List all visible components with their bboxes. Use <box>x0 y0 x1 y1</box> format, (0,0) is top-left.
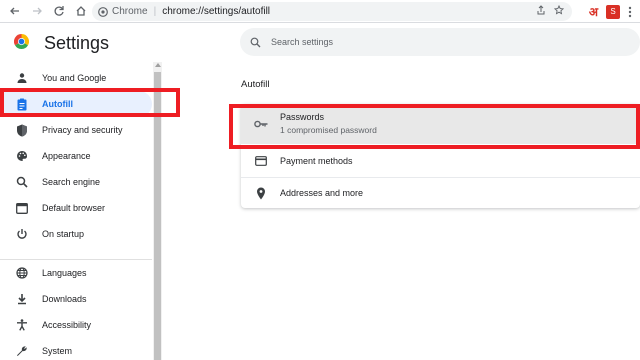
sidebar-item-label: Accessibility <box>42 320 92 330</box>
autofill-card: Passwords 1 compromised password Payment… <box>241 104 640 208</box>
toolbar-extensions: अ S <box>589 3 632 20</box>
sidebar-item-label: Autofill <box>42 99 73 109</box>
sidebar-item-label: Downloads <box>42 294 87 304</box>
sidebar-item-accessibility[interactable]: Accessibility <box>0 312 152 338</box>
person-icon <box>14 70 30 86</box>
power-icon <box>14 226 30 242</box>
sidebar-item-appearance[interactable]: Appearance <box>0 143 152 169</box>
sidebar-item-on-startup[interactable]: On startup <box>0 221 152 247</box>
settings-header: Settings <box>0 24 640 62</box>
passwords-subtitle: 1 compromised password <box>280 125 377 135</box>
shield-icon <box>14 122 30 138</box>
chrome-logo-icon <box>14 34 29 49</box>
forward-button[interactable] <box>26 0 48 22</box>
sidebar-item-privacy-and-security[interactable]: Privacy and security <box>0 117 152 143</box>
search-settings-input[interactable] <box>271 37 591 47</box>
sidebar-item-you-and-google[interactable]: You and Google <box>0 65 152 91</box>
sidebar-item-label: Appearance <box>42 151 91 161</box>
scrollbar-thumb[interactable] <box>154 72 161 360</box>
accessibility-icon <box>14 317 30 333</box>
search-icon <box>14 174 30 190</box>
addresses-row[interactable]: Addresses and more <box>241 177 640 208</box>
url-text[interactable]: chrome://settings/autofill <box>162 6 270 17</box>
passwords-title: Passwords <box>280 112 325 122</box>
search-settings-box[interactable] <box>240 28 640 56</box>
location-pin-icon <box>253 185 269 201</box>
wrench-icon <box>14 343 30 359</box>
sidebar-item-label: Languages <box>42 268 87 278</box>
forward-arrow-icon <box>33 7 42 15</box>
share-icon[interactable] <box>536 5 546 15</box>
sidebar-item-system[interactable]: System <box>0 338 152 360</box>
credit-card-icon <box>253 153 269 169</box>
sidebar-item-label: On startup <box>42 229 85 239</box>
reload-button[interactable] <box>48 0 70 22</box>
sidebar-item-label: You and Google <box>42 73 107 83</box>
key-icon <box>253 116 269 132</box>
sidebar-item-default-browser[interactable]: Default browser <box>0 195 152 221</box>
sidebar-item-search-engine[interactable]: Search engine <box>0 169 152 195</box>
browser-toolbar: Chrome | chrome://settings/autofill अ S <box>0 0 640 23</box>
back-arrow-icon <box>10 7 19 15</box>
section-title: Autofill <box>241 79 270 90</box>
page-title: Settings <box>44 33 110 53</box>
payment-methods-row[interactable]: Payment methods <box>241 145 640 176</box>
back-button[interactable] <box>4 0 26 22</box>
settings-sidebar: You and Google Autofill Privacy and secu… <box>0 64 162 360</box>
sidebar-item-label: Default browser <box>42 203 106 213</box>
globe-icon <box>14 265 30 281</box>
search-icon <box>250 37 261 47</box>
site-info[interactable]: Chrome <box>98 6 148 17</box>
download-icon <box>14 291 30 307</box>
sidebar-item-label: System <box>42 346 73 356</box>
bookmark-star-icon[interactable] <box>554 5 564 15</box>
url-separator: | <box>153 6 157 17</box>
chrome-site-icon <box>98 6 108 17</box>
sidebar-scrollbar[interactable] <box>153 62 162 360</box>
sidebar-item-label: Privacy and security <box>42 125 123 135</box>
sidebar-item-autofill[interactable]: Autofill <box>0 91 152 117</box>
sidebar-item-label: Search engine <box>42 177 101 187</box>
passwords-row[interactable]: Passwords 1 compromised password <box>241 104 640 144</box>
sidebar-item-languages[interactable]: Languages <box>0 260 152 286</box>
sidebar-item-downloads[interactable]: Downloads <box>0 286 152 312</box>
extension-badge-button[interactable]: S <box>606 4 620 19</box>
home-button[interactable] <box>70 0 92 22</box>
palette-icon <box>14 148 30 164</box>
more-menu-icon[interactable] <box>628 6 632 18</box>
payment-methods-title: Payment methods <box>280 156 353 166</box>
site-name: Chrome <box>112 6 148 17</box>
home-icon <box>76 6 86 16</box>
address-bar[interactable]: Chrome | chrome://settings/autofill <box>92 2 572 21</box>
browser-icon <box>14 200 30 216</box>
scroll-up-arrow-icon[interactable] <box>155 63 161 67</box>
addresses-title: Addresses and more <box>280 188 364 198</box>
reload-icon <box>54 6 64 16</box>
language-extension-button[interactable]: अ <box>589 3 598 20</box>
clipboard-icon <box>14 96 30 112</box>
